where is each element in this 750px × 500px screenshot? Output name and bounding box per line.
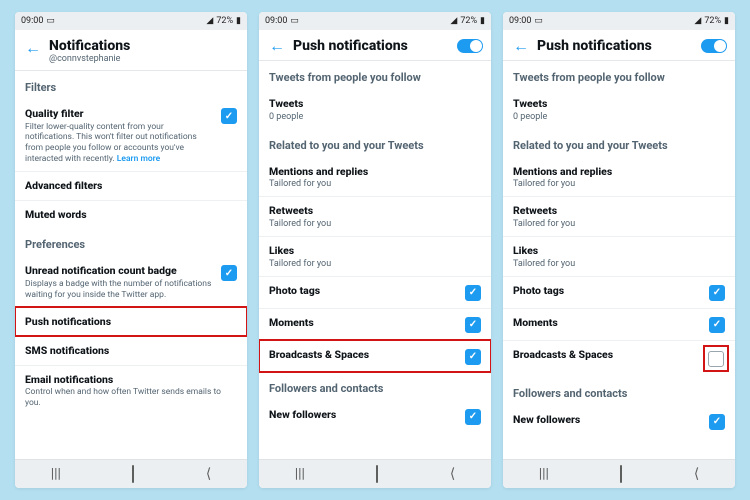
moments-checkbox[interactable]: ✓ — [465, 317, 481, 333]
settings-list[interactable]: Filters Quality filter Filter lower-qual… — [15, 71, 247, 459]
row-broadcasts-spaces[interactable]: Broadcasts & Spaces — [503, 340, 735, 377]
learn-more-link[interactable]: Learn more — [117, 154, 160, 164]
back-icon[interactable]: ⟨ — [206, 466, 211, 482]
back-arrow-icon[interactable]: ← — [511, 36, 531, 56]
broadcasts-checkbox[interactable] — [708, 351, 724, 367]
push-master-toggle[interactable] — [457, 39, 483, 53]
quality-filter-checkbox[interactable]: ✓ — [221, 108, 237, 124]
new-followers-checkbox[interactable]: ✓ — [465, 409, 481, 425]
row-retweets[interactable]: RetweetsTailored for you — [259, 196, 491, 236]
row-push-notifications[interactable]: Push notifications — [15, 307, 247, 336]
signal-icon: ◢ — [206, 16, 213, 26]
recent-apps-icon[interactable]: ||| — [295, 466, 305, 482]
photo-tags-checkbox[interactable]: ✓ — [465, 285, 481, 301]
android-navbar: ||| ⟨ — [503, 459, 735, 488]
back-arrow-icon[interactable]: ← — [23, 38, 43, 58]
row-new-followers[interactable]: New followers ✓ — [503, 406, 735, 437]
row-mentions[interactable]: Mentions and repliesTailored for you — [503, 158, 735, 197]
row-new-followers[interactable]: New followers ✓ — [259, 401, 491, 432]
section-preferences: Preferences — [15, 228, 247, 257]
row-tweets[interactable]: Tweets0 people — [503, 90, 735, 129]
home-icon[interactable] — [620, 466, 622, 482]
row-sms-notifications[interactable]: SMS notifications — [15, 336, 247, 365]
row-unread-badge[interactable]: Unread notification count badge Displays… — [15, 257, 247, 307]
phone-screen-2: 09:00▭ ◢72%▮ ← Push notifications Tweets… — [259, 12, 491, 488]
broadcasts-checkbox[interactable]: ✓ — [465, 349, 481, 365]
push-master-toggle[interactable] — [701, 39, 727, 53]
status-time: 09:00 — [21, 16, 43, 26]
photo-tags-checkbox[interactable]: ✓ — [709, 285, 725, 301]
back-icon[interactable]: ⟨ — [450, 466, 455, 482]
row-mentions[interactable]: Mentions and repliesTailored for you — [259, 158, 491, 197]
battery-text: 72% — [216, 16, 233, 26]
screen-header: ← Notifications @connvstephanie — [15, 30, 247, 71]
unread-badge-checkbox[interactable]: ✓ — [221, 265, 237, 281]
row-retweets[interactable]: RetweetsTailored for you — [503, 196, 735, 236]
page-subtitle: @connvstephanie — [49, 54, 239, 64]
row-broadcasts-spaces[interactable]: Broadcasts & Spaces ✓ — [259, 340, 491, 372]
android-navbar: ||| ⟨ — [15, 459, 247, 488]
status-bar: 09:00▭ ◢72%▮ — [15, 12, 247, 30]
row-quality-filter[interactable]: Quality filter Filter lower-quality cont… — [15, 100, 247, 171]
new-followers-checkbox[interactable]: ✓ — [709, 414, 725, 430]
settings-list[interactable]: Tweets from people you follow Tweets0 pe… — [259, 61, 491, 459]
phone-screen-3: 09:00▭ ◢72%▮ ← Push notifications Tweets… — [503, 12, 735, 488]
page-title: Notifications — [49, 38, 239, 54]
row-moments[interactable]: Moments ✓ — [259, 308, 491, 340]
page-title: Push notifications — [537, 38, 695, 54]
row-email-notifications[interactable]: Email notifications Control when and how… — [15, 365, 247, 416]
status-bar: 09:00▭ ◢72%▮ — [259, 12, 491, 30]
moments-checkbox[interactable]: ✓ — [709, 317, 725, 333]
home-icon[interactable] — [376, 466, 378, 482]
screen-header: ← Push notifications — [259, 30, 491, 61]
section-filters: Filters — [15, 71, 247, 100]
row-likes[interactable]: LikesTailored for you — [503, 236, 735, 276]
row-photo-tags[interactable]: Photo tags ✓ — [503, 276, 735, 308]
row-likes[interactable]: LikesTailored for you — [259, 236, 491, 276]
battery-icon: ▮ — [236, 16, 241, 26]
camera-icon: ▭ — [46, 16, 55, 26]
row-muted-words[interactable]: Muted words — [15, 200, 247, 229]
screen-header: ← Push notifications — [503, 30, 735, 61]
recent-apps-icon[interactable]: ||| — [539, 466, 549, 482]
row-tweets[interactable]: Tweets0 people — [259, 90, 491, 129]
row-advanced-filters[interactable]: Advanced filters — [15, 171, 247, 200]
android-navbar: ||| ⟨ — [259, 459, 491, 488]
row-photo-tags[interactable]: Photo tags ✓ — [259, 276, 491, 308]
broadcasts-checkbox-highlight — [705, 347, 727, 370]
home-icon[interactable] — [132, 466, 134, 482]
back-arrow-icon[interactable]: ← — [267, 36, 287, 56]
status-bar: 09:00▭ ◢72%▮ — [503, 12, 735, 30]
phone-screen-1: 09:00▭ ◢72%▮ ← Notifications @connvsteph… — [15, 12, 247, 488]
settings-list[interactable]: Tweets from people you follow Tweets0 pe… — [503, 61, 735, 459]
row-moments[interactable]: Moments ✓ — [503, 308, 735, 340]
recent-apps-icon[interactable]: ||| — [51, 466, 61, 482]
back-icon[interactable]: ⟨ — [694, 466, 699, 482]
page-title: Push notifications — [293, 38, 451, 54]
